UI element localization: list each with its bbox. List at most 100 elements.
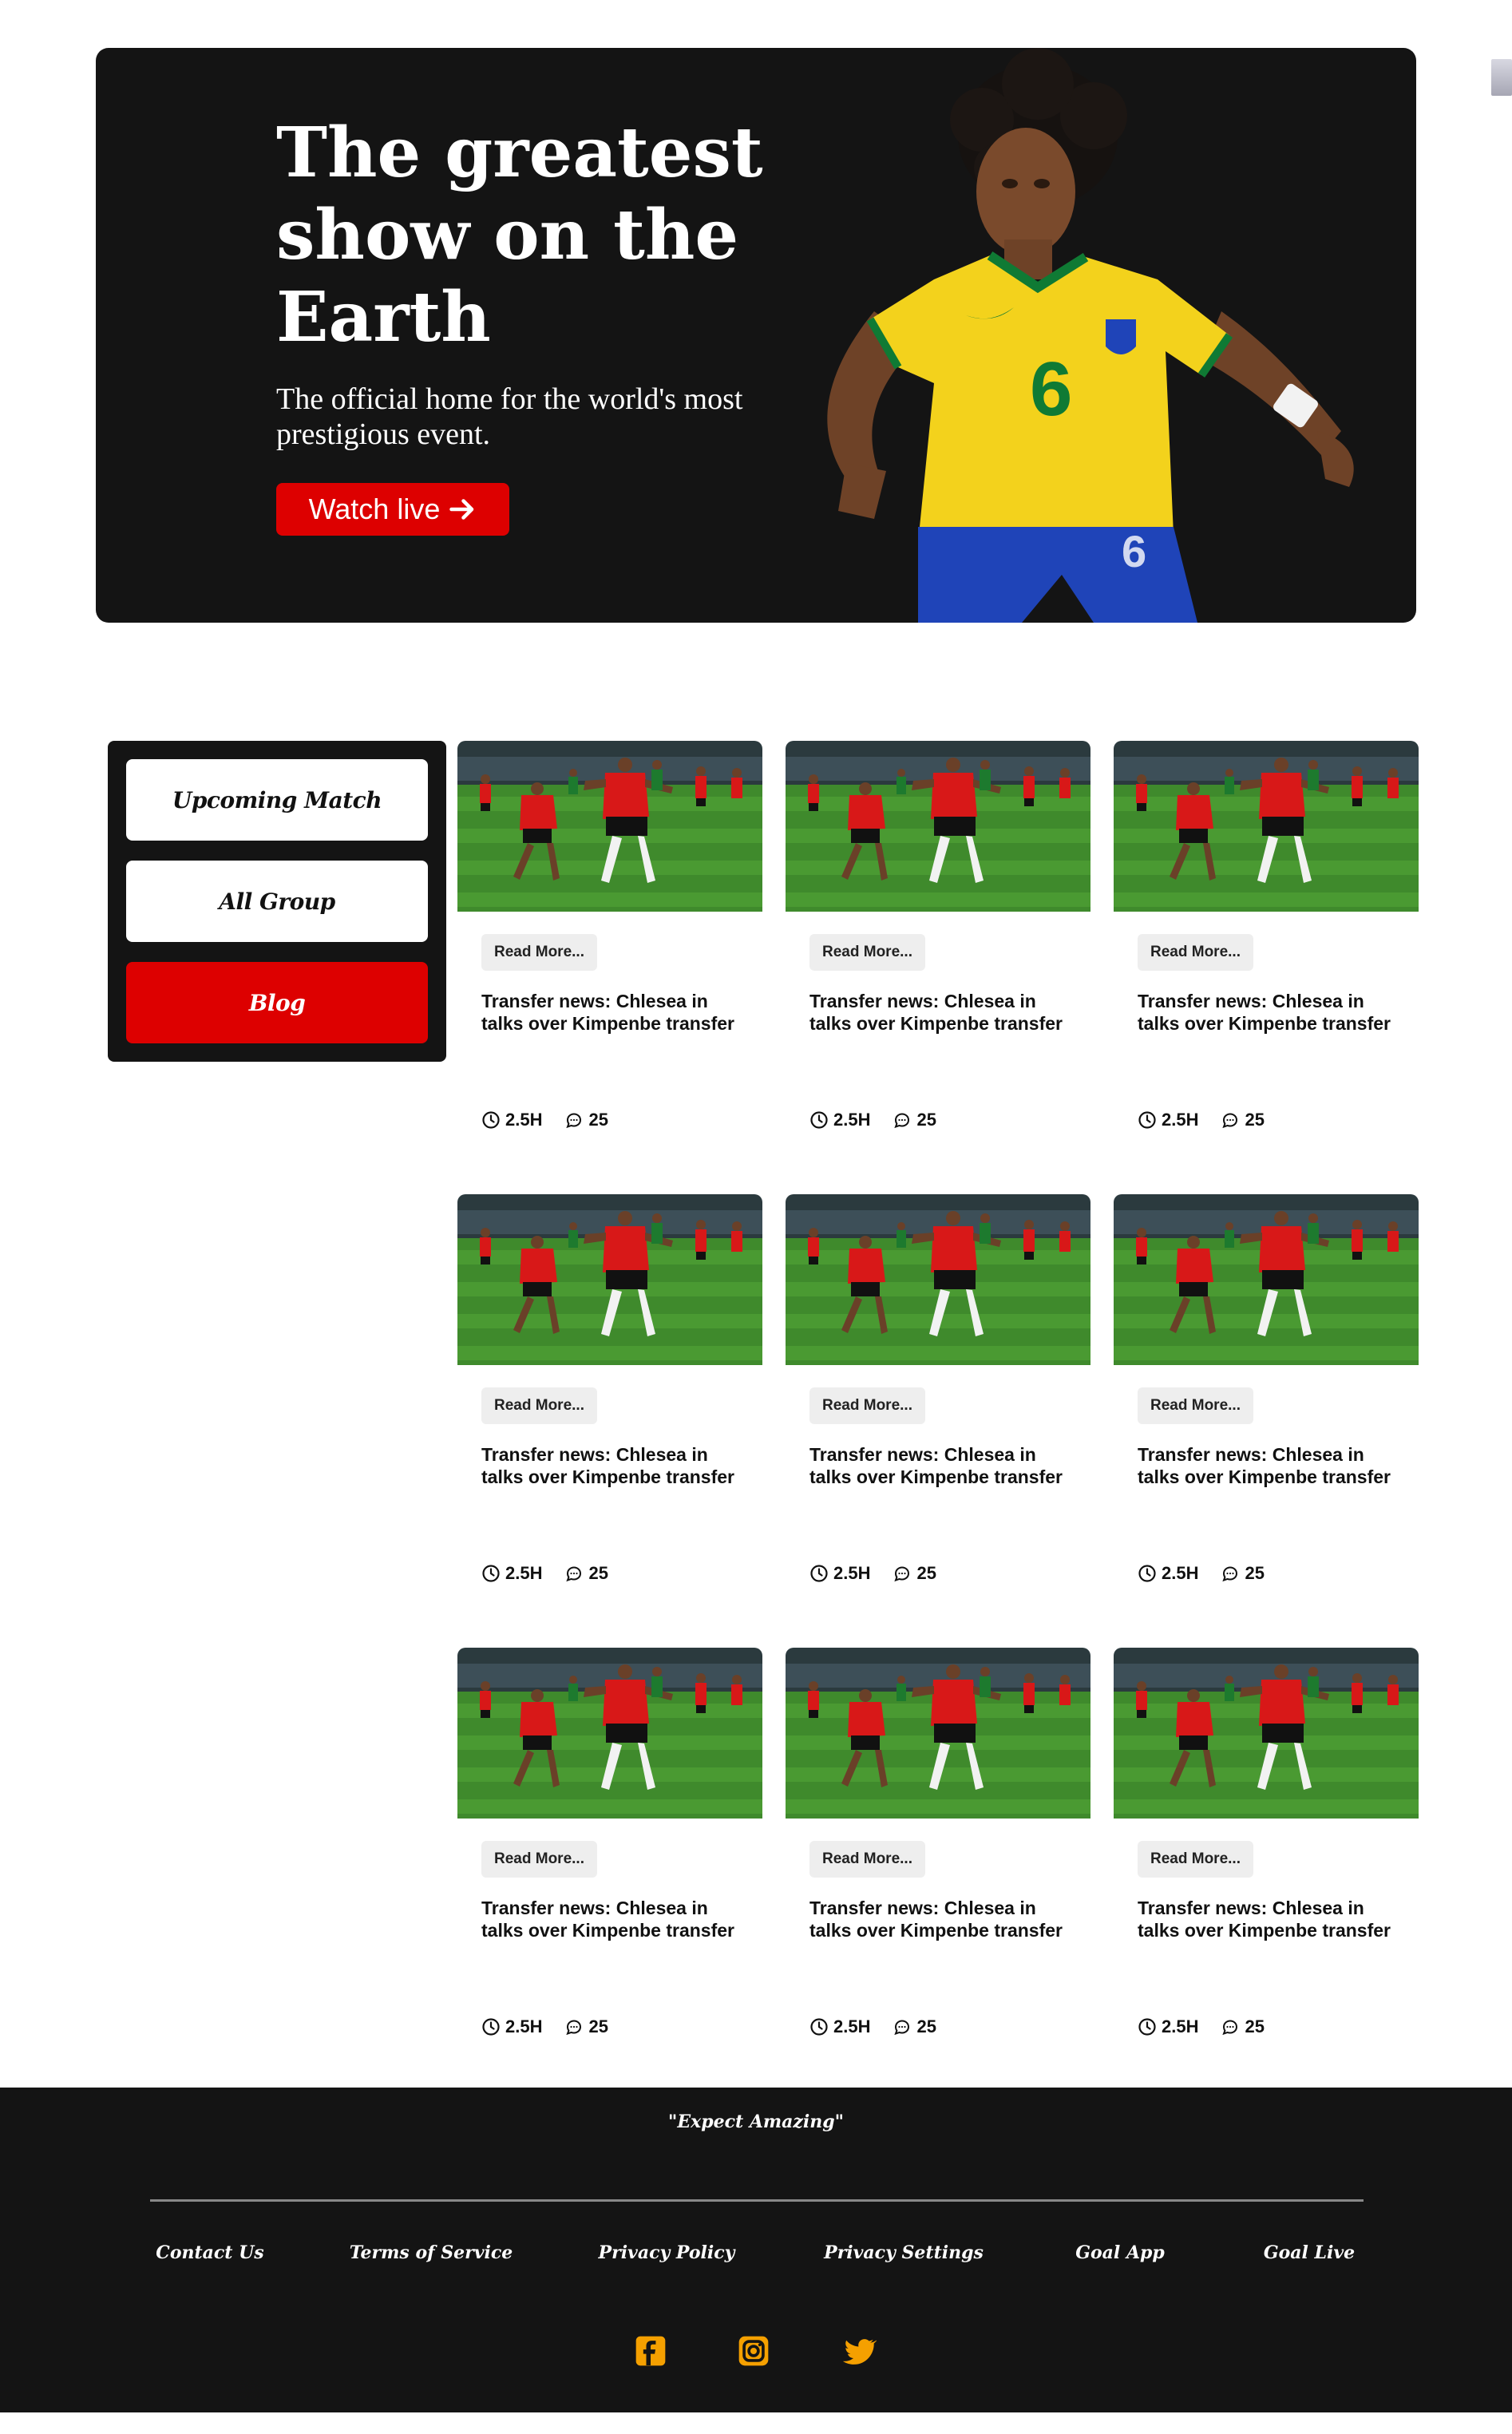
comment-icon — [894, 2020, 910, 2036]
card-title[interactable]: Transfer news: Chlesea in talks over Kim… — [481, 1897, 745, 1941]
comment-icon — [1222, 2020, 1238, 2036]
card-meta: 2.5H 25 — [1138, 1562, 1265, 1585]
card-comments: 25 — [916, 1110, 936, 1130]
card-image[interactable] — [1114, 1194, 1419, 1365]
clock-icon — [482, 1565, 500, 1582]
card-image[interactable] — [786, 1194, 1090, 1365]
card-time: 2.5H — [1162, 1110, 1199, 1130]
blog-card: Read More... Transfer news: Chlesea in t… — [1114, 741, 1419, 1130]
read-more-label: Read More... — [494, 944, 584, 960]
read-more-button[interactable]: Read More... — [481, 934, 597, 971]
card-meta: 2.5H 25 — [809, 1109, 936, 1131]
hero-banner: The greatest show on the Earth The offic… — [96, 48, 1416, 623]
clock-icon — [1138, 2018, 1156, 2036]
card-time: 2.5H — [833, 1110, 871, 1130]
card-comments: 25 — [588, 1563, 608, 1583]
twitter-icon[interactable] — [841, 2333, 877, 2369]
card-title[interactable]: Transfer news: Chlesea in talks over Kim… — [481, 990, 745, 1035]
card-image[interactable] — [457, 1194, 762, 1365]
read-more-button[interactable]: Read More... — [809, 934, 925, 971]
card-meta: 2.5H 25 — [481, 2016, 608, 2038]
watch-live-label: Watch live — [308, 493, 441, 525]
card-comments: 25 — [1245, 1563, 1265, 1583]
card-meta: 2.5H 25 — [809, 2016, 936, 2038]
arrow-right-icon — [449, 499, 474, 520]
card-comments: 25 — [588, 2016, 608, 2036]
card-title[interactable]: Transfer news: Chlesea in talks over Kim… — [1138, 990, 1401, 1035]
footer-link-goal-app[interactable]: Goal App — [1075, 2242, 1165, 2263]
card-meta: 2.5H 25 — [481, 1562, 608, 1585]
clock-icon — [810, 1565, 828, 1582]
clock-icon — [482, 2018, 500, 2036]
card-title[interactable]: Transfer news: Chlesea in talks over Kim… — [1138, 1897, 1401, 1941]
clock-icon — [810, 1111, 828, 1129]
card-comments: 25 — [588, 1110, 608, 1130]
card-meta: 2.5H 25 — [481, 1109, 608, 1131]
read-more-button[interactable]: Read More... — [1138, 1387, 1253, 1424]
card-image[interactable] — [1114, 741, 1419, 912]
card-image[interactable] — [457, 1648, 762, 1819]
read-more-label: Read More... — [494, 1397, 584, 1414]
read-more-button[interactable]: Read More... — [809, 1387, 925, 1424]
card-comments: 25 — [1245, 1110, 1265, 1130]
clock-icon — [810, 2018, 828, 2036]
watch-live-button[interactable]: Watch live — [276, 483, 509, 536]
read-more-button[interactable]: Read More... — [481, 1841, 597, 1878]
card-title[interactable]: Transfer news: Chlesea in talks over Kim… — [1138, 1443, 1401, 1488]
read-more-button[interactable]: Read More... — [1138, 1841, 1253, 1878]
sidebar-item-blog[interactable]: Blog — [126, 962, 428, 1043]
blog-card: Read More... Transfer news: Chlesea in t… — [1114, 1648, 1419, 2036]
card-comments: 25 — [1245, 2016, 1265, 2036]
footer-link-privacy-policy[interactable]: Privacy Policy — [599, 2242, 735, 2263]
sidebar-item-all-group[interactable]: All Group — [126, 861, 428, 942]
card-title[interactable]: Transfer news: Chlesea in talks over Kim… — [809, 1443, 1073, 1488]
blog-card: Read More... Transfer news: Chlesea in t… — [1114, 1194, 1419, 1583]
footer-link-privacy-settings[interactable]: Privacy Settings — [824, 2242, 984, 2263]
card-time: 2.5H — [833, 1563, 871, 1583]
clock-icon — [1138, 1565, 1156, 1582]
card-time: 2.5H — [833, 2016, 871, 2036]
blog-card: Read More... Transfer news: Chlesea in t… — [786, 741, 1090, 1130]
read-more-button[interactable]: Read More... — [809, 1841, 925, 1878]
comment-icon — [566, 1113, 582, 1129]
read-more-label: Read More... — [822, 1397, 912, 1414]
footer-link-goal-live[interactable]: Goal Live — [1264, 2242, 1355, 2263]
blog-card: Read More... Transfer news: Chlesea in t… — [457, 1194, 762, 1583]
card-title[interactable]: Transfer news: Chlesea in talks over Kim… — [809, 990, 1073, 1035]
card-time: 2.5H — [505, 1110, 543, 1130]
player-image: 6 6 — [827, 48, 1354, 623]
card-title[interactable]: Transfer news: Chlesea in talks over Kim… — [481, 1443, 745, 1488]
footer-divider — [150, 2199, 1364, 2202]
clock-icon — [482, 1111, 500, 1129]
read-more-label: Read More... — [822, 944, 912, 960]
card-title[interactable]: Transfer news: Chlesea in talks over Kim… — [809, 1897, 1073, 1941]
read-more-button[interactable]: Read More... — [1138, 934, 1253, 971]
scroll-thumb[interactable] — [1491, 59, 1512, 96]
hero-title: The greatest show on the Earth — [276, 113, 763, 358]
read-more-label: Read More... — [1150, 1397, 1241, 1414]
comment-icon — [1222, 1566, 1238, 1582]
card-image[interactable] — [457, 741, 762, 912]
hero-subtitle: The official home for the world's most p… — [276, 382, 743, 451]
card-image[interactable] — [786, 1648, 1090, 1819]
sidebar-nav: Upcoming Match All Group Blog — [108, 741, 446, 1062]
clock-icon — [1138, 1111, 1156, 1129]
read-more-label: Read More... — [1150, 1850, 1241, 1867]
footer-link-terms[interactable]: Terms of Service — [350, 2242, 513, 2263]
instagram-icon[interactable] — [736, 2333, 771, 2369]
blog-card: Read More... Transfer news: Chlesea in t… — [786, 1648, 1090, 2036]
jersey-number: 6 — [1030, 346, 1072, 432]
read-more-button[interactable]: Read More... — [481, 1387, 597, 1424]
blog-card: Read More... Transfer news: Chlesea in t… — [457, 1648, 762, 2036]
footer-link-contact-us[interactable]: Contact Us — [156, 2242, 263, 2263]
read-more-label: Read More... — [822, 1850, 912, 1867]
comment-icon — [894, 1113, 910, 1129]
card-image[interactable] — [786, 741, 1090, 912]
read-more-label: Read More... — [1150, 944, 1241, 960]
card-meta: 2.5H 25 — [809, 1562, 936, 1585]
card-image[interactable] — [1114, 1648, 1419, 1819]
card-time: 2.5H — [1162, 1563, 1199, 1583]
card-comments: 25 — [916, 1563, 936, 1583]
sidebar-item-upcoming-match[interactable]: Upcoming Match — [126, 759, 428, 841]
facebook-icon[interactable] — [633, 2333, 668, 2369]
